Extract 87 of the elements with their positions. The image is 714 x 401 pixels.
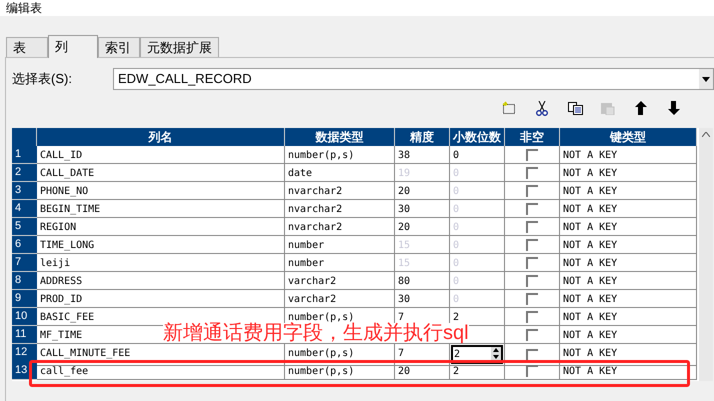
- header-corner: [12, 128, 37, 146]
- table-cell: NOT A KEY: [560, 218, 697, 236]
- table-cell: date: [285, 164, 395, 182]
- spinner-arrows-icon[interactable]: [491, 347, 501, 360]
- not-null-checkbox[interactable]: [526, 256, 538, 268]
- scrollbar[interactable]: [699, 128, 713, 381]
- scale-spinner[interactable]: 2: [451, 345, 503, 364]
- row-number[interactable]: 10: [12, 308, 37, 326]
- table-cell: 0: [450, 146, 505, 164]
- window-title: 编辑表: [6, 1, 42, 15]
- not-null-checkbox[interactable]: [526, 364, 538, 376]
- table-cell: 20: [395, 182, 450, 200]
- table-cell: TIME_LONG: [37, 236, 285, 254]
- table-cell: 20: [395, 362, 450, 380]
- table-cell: CALL_ID: [37, 146, 285, 164]
- row-number[interactable]: 9: [12, 290, 37, 308]
- table-cell: NOT A KEY: [560, 254, 697, 272]
- tab[interactable]: 索引: [98, 37, 140, 57]
- table-cell: leiji: [37, 254, 285, 272]
- tab[interactable]: 元数据扩展: [140, 37, 219, 57]
- row-number[interactable]: 3: [12, 182, 37, 200]
- row-number[interactable]: 4: [12, 200, 37, 218]
- not-null-checkbox[interactable]: [526, 238, 538, 250]
- table-cell: nvarchar2: [285, 218, 395, 236]
- scroll-up-icon[interactable]: [702, 132, 710, 137]
- table-cell: 30: [395, 200, 450, 218]
- table-cell: REGION: [37, 218, 285, 236]
- column-header[interactable]: 列名: [37, 128, 285, 146]
- table-cell: NOT A KEY: [560, 308, 697, 326]
- table-cell: NOT A KEY: [560, 362, 697, 380]
- column-header[interactable]: 数据类型: [285, 128, 395, 146]
- table-dropdown[interactable]: EDW_CALL_RECORD: [113, 68, 714, 90]
- table-cell: NOT A KEY: [560, 146, 697, 164]
- row-number[interactable]: 7: [12, 254, 37, 272]
- column-header[interactable]: 精度: [395, 128, 450, 146]
- table-cell: varchar2: [285, 272, 395, 290]
- row-number[interactable]: 5: [12, 218, 37, 236]
- table-cell: 2: [450, 362, 505, 380]
- row-number[interactable]: 8: [12, 272, 37, 290]
- column-header[interactable]: 非空: [505, 128, 560, 146]
- column-header[interactable]: 键类型: [560, 128, 697, 146]
- not-null-checkbox[interactable]: [526, 310, 538, 322]
- not-null-checkbox[interactable]: [526, 348, 538, 360]
- not-null-checkbox[interactable]: [526, 292, 538, 304]
- table-cell: NOT A KEY: [560, 344, 697, 366]
- not-null-checkbox[interactable]: [526, 166, 538, 178]
- table-cell: number: [285, 254, 395, 272]
- not-null-checkbox[interactable]: [526, 202, 538, 214]
- table-cell: 20: [395, 218, 450, 236]
- table-cell: varchar2: [285, 290, 395, 308]
- row-number[interactable]: 6: [12, 236, 37, 254]
- table-cell: nvarchar2: [285, 200, 395, 218]
- table-cell: CALL_DATE: [37, 164, 285, 182]
- table-cell: call_fee: [37, 362, 285, 380]
- table-cell: NOT A KEY: [560, 164, 697, 182]
- not-null-checkbox[interactable]: [526, 328, 538, 340]
- table-cell: NOT A KEY: [560, 326, 697, 344]
- table-cell: NOT A KEY: [560, 200, 697, 218]
- table-cell: ADDRESS: [37, 272, 285, 290]
- not-null-checkbox[interactable]: [526, 220, 538, 232]
- column-header[interactable]: 小数位数: [450, 128, 505, 146]
- table-cell: PROD_ID: [37, 290, 285, 308]
- table-cell: NOT A KEY: [560, 272, 697, 290]
- row-number[interactable]: 2: [12, 164, 37, 182]
- table-cell: NOT A KEY: [560, 290, 697, 308]
- table-cell: PHONE_NO: [37, 182, 285, 200]
- table-cell: 80: [395, 272, 450, 290]
- table-cell: NOT A KEY: [560, 236, 697, 254]
- table-cell: number(p,s): [285, 146, 395, 164]
- table-cell: 7: [395, 344, 450, 366]
- table-cell: nvarchar2: [285, 182, 395, 200]
- row-number[interactable]: 1: [12, 146, 37, 164]
- table-cell: BEGIN_TIME: [37, 200, 285, 218]
- table-cell: NOT A KEY: [560, 182, 697, 200]
- tab[interactable]: 列: [48, 35, 98, 58]
- table-cell: number(p,s): [285, 362, 395, 380]
- select-label: 选择表(S):: [12, 70, 73, 88]
- table-cell: 38: [395, 146, 450, 164]
- table-cell: number(p,s): [285, 344, 395, 366]
- not-null-checkbox[interactable]: [526, 274, 538, 286]
- table-cell: number: [285, 236, 395, 254]
- not-null-checkbox[interactable]: [526, 184, 538, 196]
- table-cell: CALL_MINUTE_FEE: [37, 344, 285, 366]
- tab[interactable]: 表: [6, 37, 48, 57]
- table-cell: 30: [395, 290, 450, 308]
- not-null-checkbox[interactable]: [526, 148, 538, 160]
- row-number[interactable]: 11: [12, 326, 37, 344]
